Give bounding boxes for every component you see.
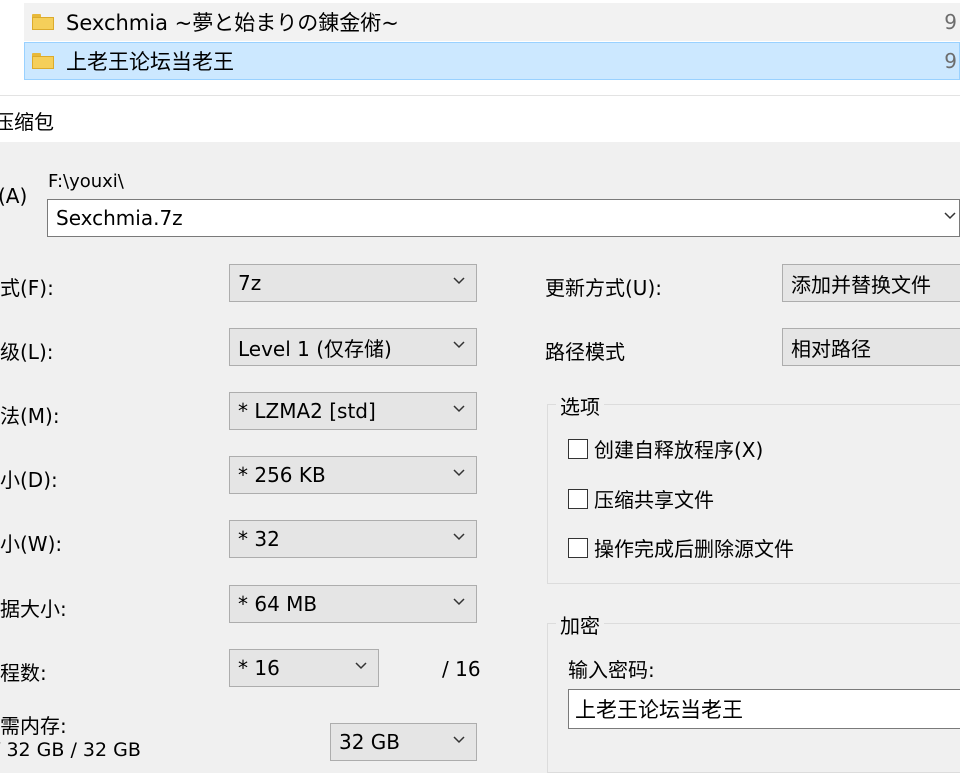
word-size-value: * 32 [238, 527, 280, 551]
level-combo[interactable]: Level 1 (仅存储) [229, 328, 477, 366]
archive-name-combo[interactable]: Sexchmia.7z [47, 199, 960, 237]
memory-combo[interactable]: 32 GB [330, 723, 477, 761]
method-combo[interactable]: * LZMA2 [std] [229, 392, 477, 430]
word-size-label: 小(W): [0, 532, 63, 556]
password-value: 上老王论坛当老王 [575, 698, 743, 722]
file-explorer-list: Sexchmia ~夢と始まりの錬金術~ 9 上老王论坛当老王 9 [0, 0, 960, 96]
checkbox-box[interactable] [568, 537, 588, 558]
threads-value: * 16 [238, 656, 280, 680]
dictionary-combo[interactable]: * 256 KB [229, 456, 477, 494]
options-title: 选项 [556, 391, 604, 420]
chevron-down-icon [355, 662, 367, 670]
update-mode-label: 更新方式(U): [545, 276, 662, 300]
path-mode-combo[interactable]: 相对路径 [782, 328, 960, 366]
encryption-title: 加密 [556, 610, 604, 639]
block-size-value: * 64 MB [238, 592, 318, 616]
block-size-combo[interactable]: * 64 MB [229, 585, 477, 623]
delete-after-label: 操作完成后删除源文件 [594, 537, 794, 561]
chevron-down-icon [453, 533, 465, 541]
checkbox-box[interactable] [568, 438, 588, 459]
memory-value: 32 GB [339, 730, 401, 754]
method-value: * LZMA2 [std] [238, 399, 376, 423]
block-size-label: 据大小: [0, 597, 67, 621]
dialog-titlebar: 压缩包 [0, 96, 960, 142]
format-value: 7z [238, 271, 262, 295]
file-size: 9 [944, 10, 957, 34]
password-input[interactable]: 上老王论坛当老王 [568, 689, 960, 729]
chevron-down-icon [453, 341, 465, 349]
file-row-selected[interactable]: 上老王论坛当老王 9 [24, 42, 960, 80]
level-value: Level 1 (仅存储) [238, 336, 392, 361]
checkbox-box[interactable] [568, 488, 588, 509]
file-size: 9 [944, 49, 957, 73]
level-label: 级(L): [0, 340, 54, 364]
chevron-down-icon [453, 598, 465, 606]
word-size-combo[interactable]: * 32 [229, 520, 477, 558]
dictionary-value: * 256 KB [238, 463, 326, 487]
memory-info: / 32 GB / 32 GB [0, 739, 141, 761]
file-name: 上老王论坛当老王 [66, 50, 234, 74]
dictionary-label: 小(D): [0, 468, 58, 492]
threads-max: / 16 [442, 657, 481, 681]
compress-shared-checkbox[interactable]: 压缩共享文件 [568, 484, 714, 513]
format-combo[interactable]: 7z [229, 264, 477, 302]
dialog-title: 压缩包 [0, 110, 54, 134]
chevron-down-icon [453, 405, 465, 413]
chevron-down-icon [453, 469, 465, 477]
folder-icon [32, 53, 54, 69]
chevron-down-icon [944, 212, 956, 220]
chevron-down-icon [453, 736, 465, 744]
format-label: 式(F): [0, 276, 54, 300]
method-label: 法(M): [0, 404, 60, 428]
compress-shared-label: 压缩共享文件 [594, 488, 714, 512]
path-mode-value: 相对路径 [791, 336, 871, 361]
archive-path: F:\youxi\ [48, 171, 124, 192]
threads-combo[interactable]: * 16 [229, 649, 379, 687]
update-mode-value: 添加并替换文件 [791, 272, 931, 297]
update-mode-combo[interactable]: 添加并替换文件 [782, 264, 960, 302]
memory-label: 需内存: [0, 714, 67, 738]
create-sfx-label: 创建自释放程序(X) [594, 438, 764, 462]
file-name: Sexchmia ~夢と始まりの錬金術~ [66, 11, 399, 35]
chevron-down-icon [453, 277, 465, 285]
archive-name-value: Sexchmia.7z [56, 206, 183, 230]
folder-icon [32, 14, 54, 30]
archive-label: (A) [0, 184, 28, 208]
file-row[interactable]: Sexchmia ~夢と始まりの錬金術~ 9 [24, 3, 960, 41]
password-label: 输入密码: [568, 658, 655, 682]
create-sfx-checkbox[interactable]: 创建自释放程序(X) [568, 434, 763, 463]
add-to-archive-dialog: 压缩包 (A) F:\youxi\ Sexchmia.7z 式(F): 7z 级… [0, 96, 960, 773]
path-mode-label: 路径模式 [545, 340, 625, 364]
delete-after-checkbox[interactable]: 操作完成后删除源文件 [568, 533, 794, 562]
threads-label: 程数: [0, 661, 47, 685]
